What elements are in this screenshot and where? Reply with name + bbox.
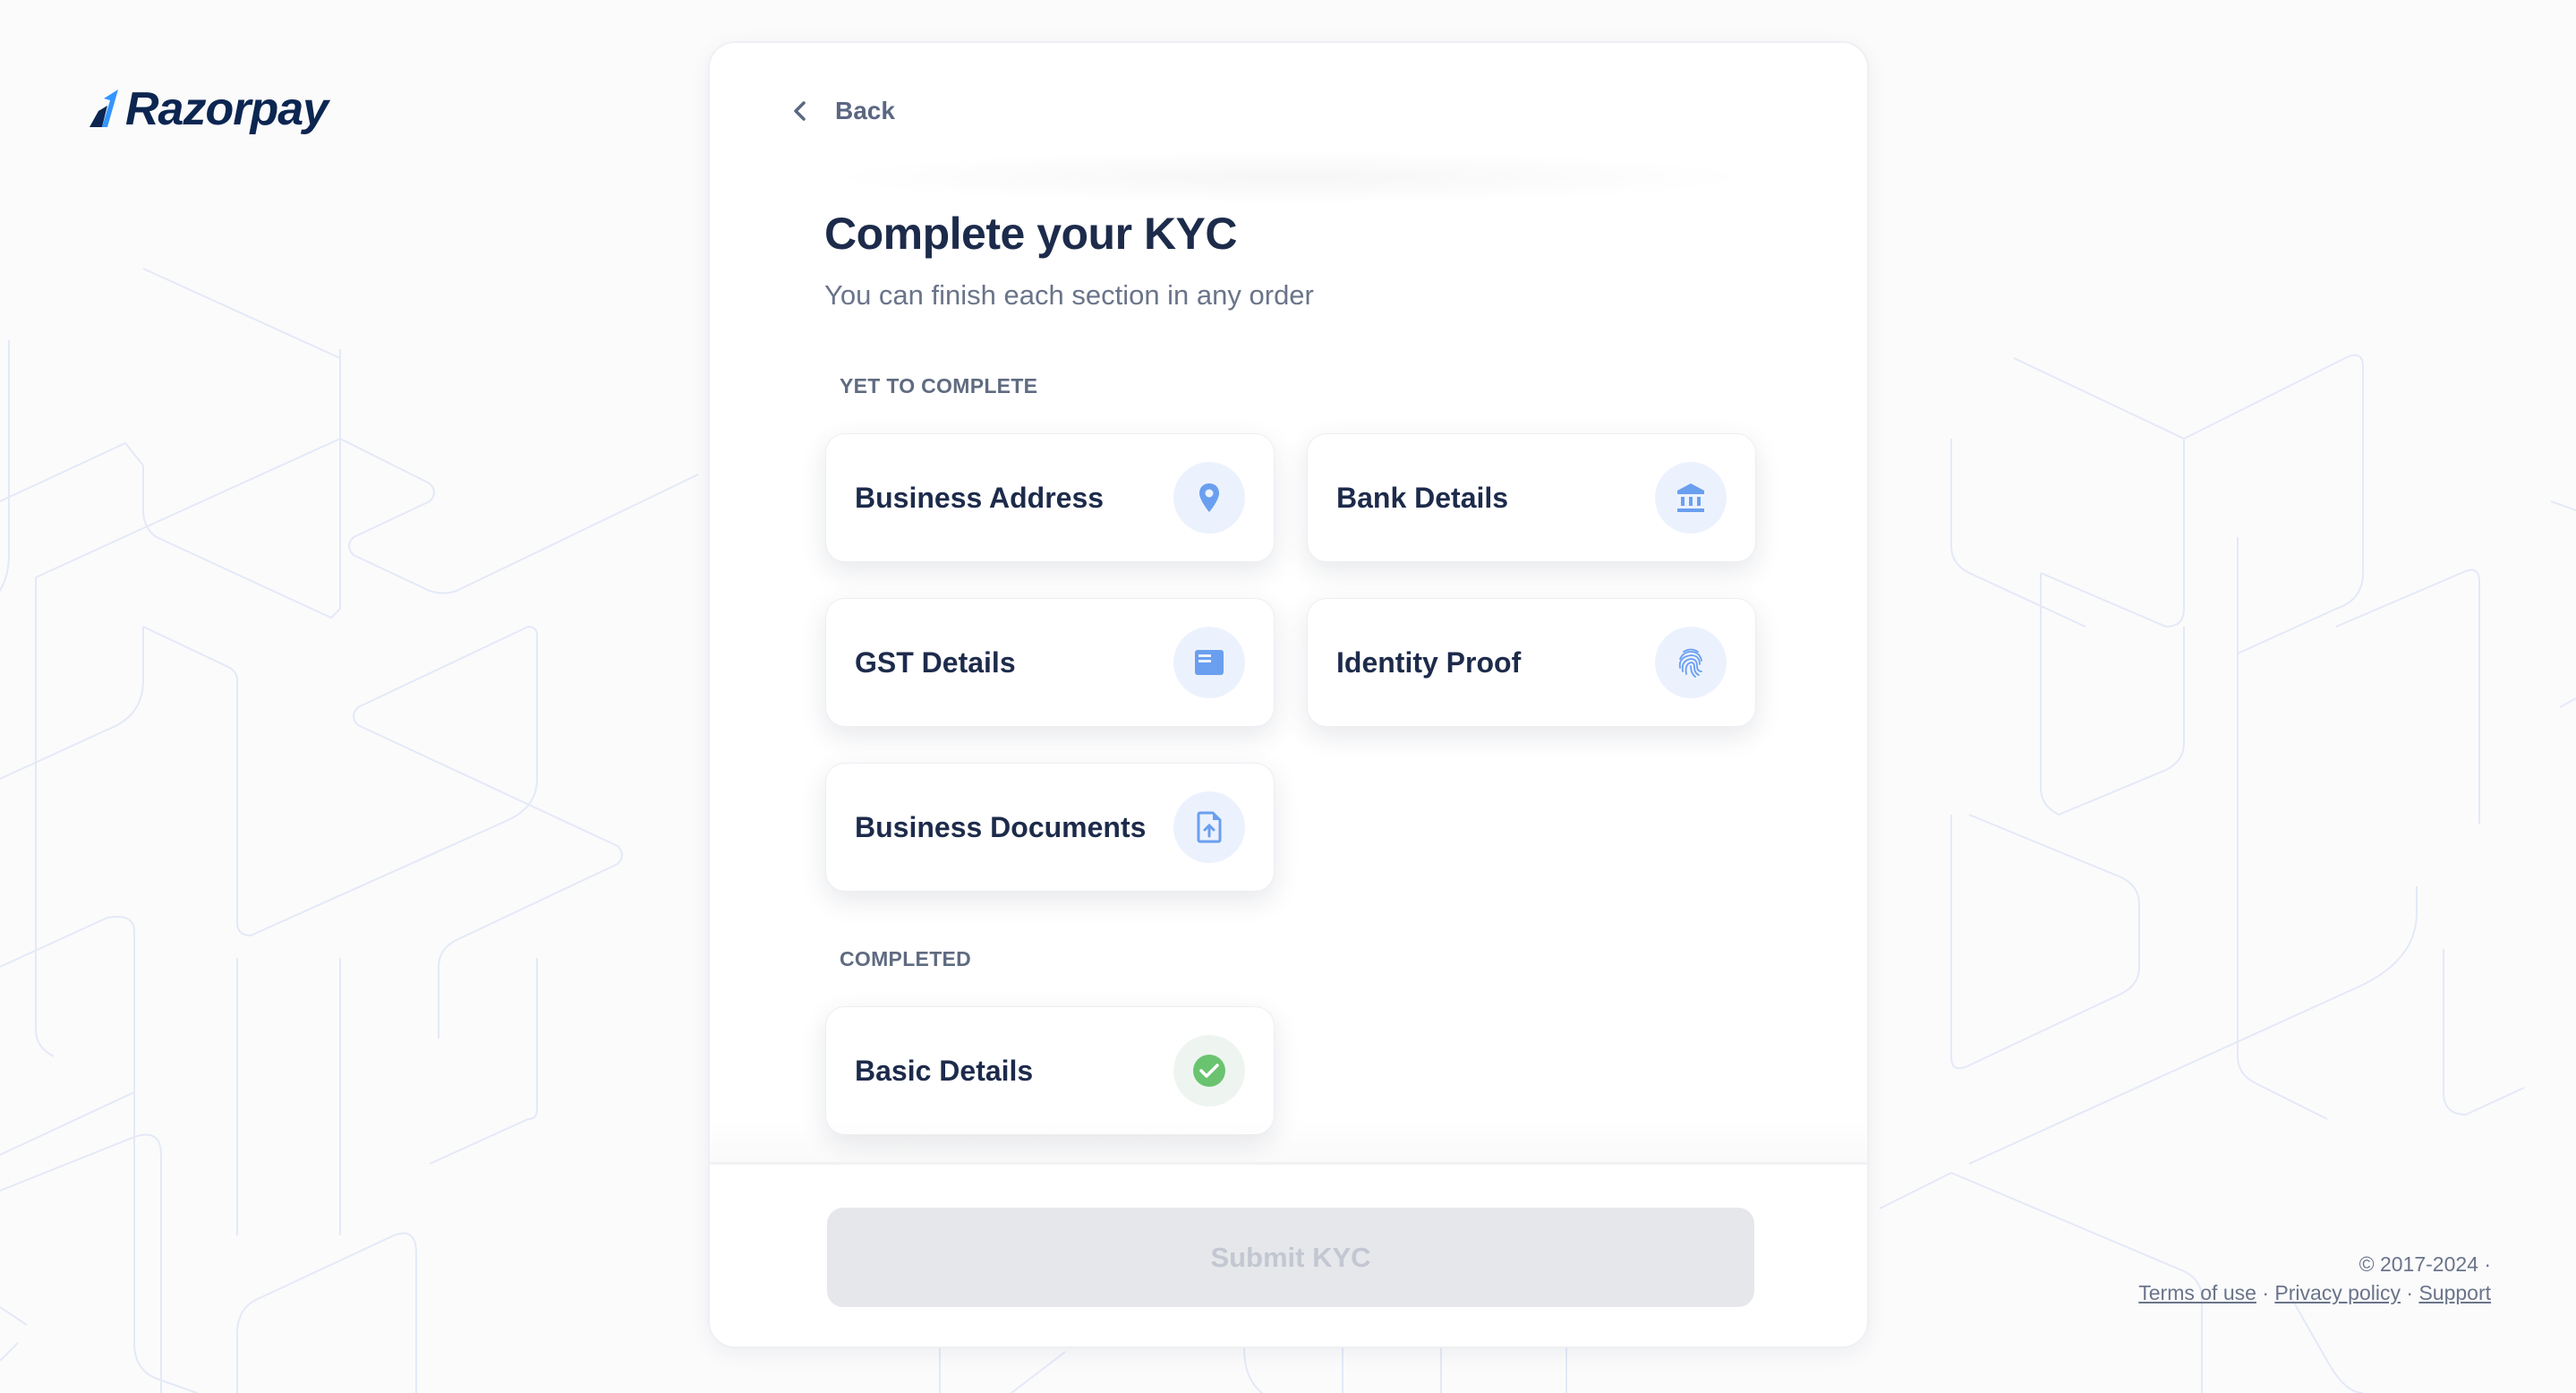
- header-shadow: [817, 150, 1760, 204]
- footer-divider: [710, 1162, 1867, 1165]
- location-pin-icon: [1199, 483, 1219, 512]
- scroll-fade: [710, 1117, 1867, 1162]
- chevron-left-icon: [794, 101, 806, 121]
- page-subtitle: You can finish each section in any order: [824, 279, 1314, 311]
- tile-icon-wrap: [1655, 462, 1727, 534]
- tile-label: Identity Proof: [1336, 645, 1522, 679]
- tile-icon-wrap: [1173, 1035, 1245, 1107]
- bank-icon: [1677, 483, 1704, 512]
- tile-icon-wrap: [1173, 791, 1245, 863]
- tile-label: Business Documents: [855, 810, 1147, 843]
- terms-link[interactable]: Terms of use: [2138, 1281, 2256, 1304]
- page-footer: © 2017-2024 · Terms of use · Privacy pol…: [2138, 1250, 2491, 1307]
- separator: ·: [2262, 1281, 2269, 1304]
- section-label-completed: COMPLETED: [840, 947, 972, 970]
- back-button[interactable]: Back: [790, 97, 895, 125]
- separator: ·: [2406, 1281, 2414, 1304]
- tile-label: Bank Details: [1336, 481, 1509, 514]
- file-upload-icon: [1197, 811, 1222, 843]
- kyc-card: Back Complete your KYC You can finish ea…: [708, 41, 1869, 1348]
- kyc-tile-bank-details[interactable]: Bank Details: [1307, 433, 1756, 562]
- kyc-tile-business-documents[interactable]: Business Documents: [825, 763, 1275, 892]
- page-title: Complete your KYC: [824, 209, 1238, 259]
- kyc-tile-business-address[interactable]: Business Address: [825, 433, 1275, 562]
- copyright: © 2017-2024 ·: [2358, 1252, 2491, 1276]
- tile-icon-wrap: [1173, 462, 1245, 534]
- kyc-tile-identity-proof[interactable]: Identity Proof: [1307, 598, 1756, 727]
- razorpay-logo[interactable]: Razorpay: [86, 82, 328, 136]
- check-circle-icon: [1193, 1055, 1225, 1087]
- tile-icon-wrap: [1655, 627, 1727, 698]
- kyc-tile-gst-details[interactable]: GST Details: [825, 598, 1275, 727]
- privacy-link[interactable]: Privacy policy: [2274, 1281, 2401, 1304]
- tile-label: Business Address: [855, 481, 1105, 514]
- kyc-tile-basic-details[interactable]: Basic Details: [825, 1006, 1275, 1135]
- tile-icon-wrap: [1173, 627, 1245, 698]
- fingerprint-icon: [1678, 648, 1702, 678]
- support-link[interactable]: Support: [2418, 1281, 2491, 1304]
- card-document-icon: [1195, 650, 1224, 675]
- tile-label: Basic Details: [855, 1054, 1034, 1087]
- section-label-pending: YET TO COMPLETE: [840, 374, 1038, 397]
- back-label: Back: [835, 97, 895, 124]
- tile-label: GST Details: [855, 645, 1016, 679]
- razorpay-logo-icon: [90, 90, 118, 127]
- submit-kyc-button[interactable]: Submit KYC: [827, 1208, 1754, 1307]
- brand-name: Razorpay: [125, 83, 328, 135]
